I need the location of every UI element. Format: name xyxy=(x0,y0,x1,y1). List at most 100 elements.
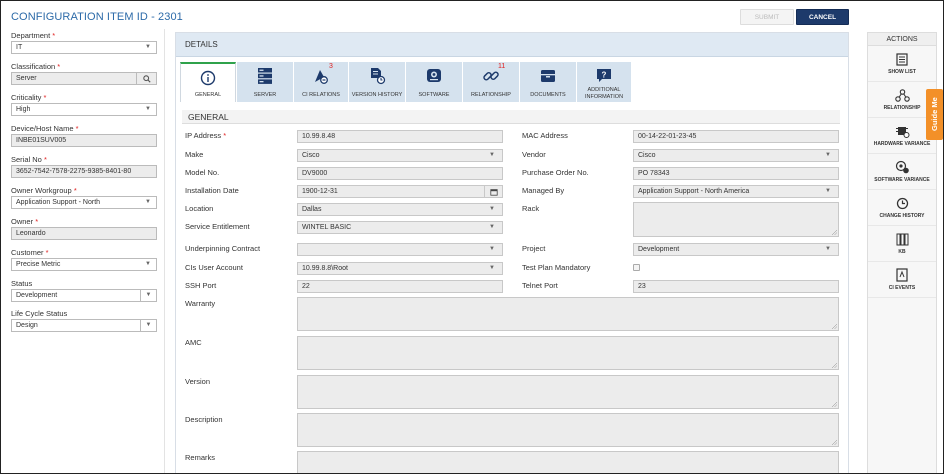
criticality-select[interactable]: High ▼ xyxy=(11,103,157,116)
list-icon xyxy=(896,52,908,66)
description-label: Description xyxy=(185,415,223,424)
owner-workgroup-select[interactable]: Application Support - North ▼ xyxy=(11,196,157,209)
field-value: 10.99.8.48 xyxy=(302,133,336,140)
field-value: Server xyxy=(16,75,37,82)
tab-software[interactable]: SOFTWARE xyxy=(406,62,462,102)
rack-textarea[interactable] xyxy=(633,202,839,237)
action-show-list[interactable]: SHOW LIST xyxy=(868,46,936,82)
action-ci-events[interactable]: CI EVENTS xyxy=(868,262,936,298)
serial-no-input[interactable]: 3652-7542-7578-2275-9385-8401-80 xyxy=(11,165,157,178)
label-text: IP Address xyxy=(185,131,222,140)
vendor-select[interactable]: Cisco ▼ xyxy=(633,149,839,162)
remarks-textarea[interactable] xyxy=(297,451,839,473)
ci-events-icon xyxy=(896,268,908,282)
field-device-host-name: Device/Host Name * INBE01SUV005 xyxy=(11,124,157,147)
label-text: Owner xyxy=(11,217,34,226)
purchase-order-label: Purchase Order No. xyxy=(522,168,589,177)
field-label: Owner Workgroup * xyxy=(11,186,157,196)
version-textarea[interactable] xyxy=(297,375,839,409)
tab-label: CI RELATIONS xyxy=(302,92,340,98)
svg-text:?: ? xyxy=(602,71,607,80)
guide-me-button[interactable]: Guide Me xyxy=(926,89,943,140)
calendar-icon[interactable] xyxy=(484,186,502,197)
service-entitlement-select[interactable]: WINTEL BASIC ▼ xyxy=(297,221,503,234)
department-select[interactable]: IT ▼ xyxy=(11,41,157,54)
field-value: Design xyxy=(16,322,38,329)
model-no-input[interactable]: DV9000 xyxy=(297,167,503,180)
submit-button[interactable]: SUBMIT xyxy=(740,9,794,25)
description-textarea[interactable] xyxy=(297,413,839,447)
installation-date-label: Installation Date xyxy=(185,186,239,195)
field-owner: Owner * Leonardo xyxy=(11,217,157,240)
required-marker: * xyxy=(73,186,77,195)
field-customer: Customer * Precise Metric ▼ xyxy=(11,248,157,271)
tab-relationship[interactable]: 11 RELATIONSHIP xyxy=(463,62,519,102)
chevron-down-icon: ▼ xyxy=(140,290,156,301)
relationship-icon xyxy=(894,88,910,102)
ssh-port-label: SSH Port xyxy=(185,281,217,290)
hardware-variance-icon xyxy=(895,126,909,138)
make-select[interactable]: Cisco ▼ xyxy=(297,149,503,162)
chevron-down-icon: ▼ xyxy=(489,206,495,212)
status-select[interactable]: Development ▼ xyxy=(11,289,157,302)
test-plan-mandatory-checkbox[interactable] xyxy=(633,264,640,271)
warranty-textarea[interactable] xyxy=(297,297,839,331)
tab-ci-relations[interactable]: 3 CI RELATIONS xyxy=(294,62,348,102)
app-window: CONFIGURATION ITEM ID - 2301 SUBMIT CANC… xyxy=(0,0,944,474)
action-kb[interactable]: KB xyxy=(868,226,936,262)
ip-address-input[interactable]: 10.99.8.48 xyxy=(297,130,503,143)
kb-icon xyxy=(896,233,908,245)
tab-label: RELATIONSHIP xyxy=(471,92,511,98)
telnet-port-input[interactable]: 23 xyxy=(633,280,839,293)
amc-textarea[interactable] xyxy=(297,336,839,370)
tab-general[interactable]: GENERAL xyxy=(180,62,236,102)
mac-address-input[interactable]: 00-14-22-01-23-45 xyxy=(633,130,839,143)
field-status: Status Development ▼ xyxy=(11,279,157,302)
field-value: Development xyxy=(16,292,58,299)
action-software-variance[interactable]: SOFTWARE VARIANCE xyxy=(868,154,936,190)
purchase-order-input[interactable]: PO 78343 xyxy=(633,167,839,180)
ci-relations-icon xyxy=(312,67,330,85)
life-cycle-status-select[interactable]: Design ▼ xyxy=(11,319,157,332)
label-text: Device/Host Name xyxy=(11,124,74,133)
cis-user-account-select[interactable]: 10.99.8.8\Root ▼ xyxy=(297,262,503,275)
managed-by-select[interactable]: Application Support - North America ▼ xyxy=(633,185,839,198)
search-icon[interactable] xyxy=(136,73,156,84)
action-label: HARDWARE VARIANCE xyxy=(873,140,931,147)
location-select[interactable]: Dallas ▼ xyxy=(297,203,503,216)
cis-user-account-label: CIs User Account xyxy=(185,263,243,272)
action-change-history[interactable]: CHANGE HISTORY xyxy=(868,190,936,226)
details-header: DETAILS xyxy=(176,33,848,57)
mac-address-label: MAC Address xyxy=(522,131,568,140)
details-tabs: GENERAL SERVER 3 CI RELATIONS VERSION HI… xyxy=(180,62,631,102)
installation-date-input[interactable]: 1900-12-31 xyxy=(297,185,503,198)
field-value: 22 xyxy=(302,283,310,290)
field-value: Leonardo xyxy=(16,230,46,237)
field-value: WINTEL BASIC xyxy=(302,224,352,231)
label-text: Status xyxy=(11,279,33,288)
ci-relations-count-badge: 3 xyxy=(329,63,333,70)
owner-input[interactable]: Leonardo xyxy=(11,227,157,240)
underpinning-contract-select[interactable]: ▼ xyxy=(297,243,503,256)
ssh-port-input[interactable]: 22 xyxy=(297,280,503,293)
tab-documents[interactable]: DOCUMENTS xyxy=(520,62,576,102)
tab-server[interactable]: SERVER xyxy=(237,62,293,102)
label-text: Owner Workgroup xyxy=(11,186,72,195)
required-marker: * xyxy=(75,124,79,133)
managed-by-label: Managed By xyxy=(522,186,565,195)
classification-input[interactable]: Server xyxy=(11,72,157,85)
field-value: Application Support - North America xyxy=(638,188,750,195)
service-entitlement-label: Service Entitlement xyxy=(185,222,250,231)
cancel-button[interactable]: CANCEL xyxy=(796,9,849,25)
device-host-name-input[interactable]: INBE01SUV005 xyxy=(11,134,157,147)
general-section-title: GENERAL xyxy=(182,110,840,124)
warranty-label: Warranty xyxy=(185,299,216,308)
project-select[interactable]: Development ▼ xyxy=(633,243,839,256)
chevron-down-icon: ▼ xyxy=(489,152,495,158)
customer-select[interactable]: Precise Metric ▼ xyxy=(11,258,157,271)
chevron-down-icon: ▼ xyxy=(825,152,831,158)
field-life-cycle-status: Life Cycle Status Design ▼ xyxy=(11,309,157,332)
tab-version-history[interactable]: VERSION HISTORY xyxy=(349,62,405,102)
version-history-icon xyxy=(368,67,386,85)
tab-additional-information[interactable]: ? ADDITIONAL INFORMATION xyxy=(577,62,631,102)
